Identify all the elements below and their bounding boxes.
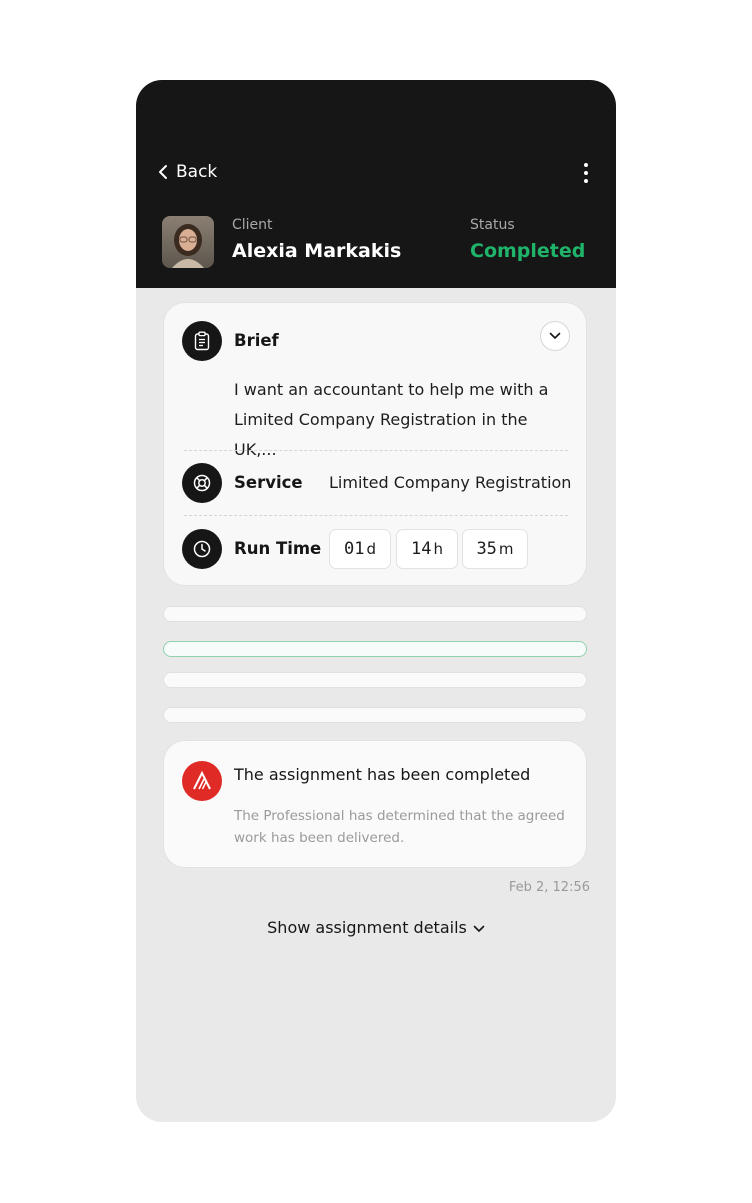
phone-screen: Back Client Alexia Markakis Status Compl… [136, 80, 616, 1122]
run-time-days: 01 d [329, 529, 391, 569]
chevron-down-icon [549, 332, 561, 339]
run-time-hours: 14 h [396, 529, 458, 569]
chevron-left-icon [159, 165, 167, 179]
brief-card: Brief I want an accountant to help me wi… [163, 302, 587, 586]
service-label: Service [234, 473, 303, 492]
more-vertical-icon[interactable] [576, 160, 596, 186]
status-label: Status [470, 217, 515, 233]
brand-logo-icon [182, 761, 222, 801]
client-label: Client [232, 217, 273, 233]
brief-label: Brief [234, 331, 279, 350]
brief-text: I want an accountant to help me with a L… [234, 380, 549, 459]
clipboard-icon [182, 321, 222, 361]
minutes-unit: m [498, 540, 514, 558]
service-value: Limited Company Registration [329, 473, 572, 492]
show-details-label: Show assignment details [267, 918, 467, 937]
notice-body: The Professional has determined that the… [234, 808, 565, 846]
lifebuoy-icon [182, 463, 222, 503]
notice-timestamp: Feb 2, 12:56 [508, 880, 590, 895]
clock-icon [182, 529, 222, 569]
divider [184, 450, 568, 451]
avatar [162, 216, 214, 268]
notice-title: The assignment has been completed [234, 765, 531, 784]
days-unit: d [366, 540, 376, 558]
minutes-value: 35 [476, 539, 497, 559]
divider [184, 515, 568, 516]
run-time-label: Run Time [234, 539, 322, 558]
days-value: 01 [343, 539, 365, 559]
chevron-down-icon [473, 925, 485, 932]
run-time-minutes: 35 m [462, 529, 528, 569]
hours-value: 14 [411, 539, 432, 559]
header: Back Client Alexia Markakis Status Compl… [136, 80, 616, 288]
back-label: Back [176, 162, 218, 182]
collapsed-message-bar-highlighted[interactable] [163, 641, 587, 657]
show-details-button[interactable]: Show assignment details [136, 918, 616, 937]
hours-unit: h [433, 540, 443, 558]
back-button[interactable]: Back [158, 160, 217, 184]
client-name: Alexia Markakis [232, 240, 402, 262]
status-badge: Completed [470, 240, 586, 262]
completion-notice: The assignment has been completed The Pr… [163, 740, 587, 868]
collapsed-message-bar[interactable] [163, 672, 587, 688]
expand-brief-button[interactable] [540, 321, 570, 351]
collapsed-message-bar[interactable] [163, 606, 587, 622]
collapsed-message-bar[interactable] [163, 707, 587, 723]
